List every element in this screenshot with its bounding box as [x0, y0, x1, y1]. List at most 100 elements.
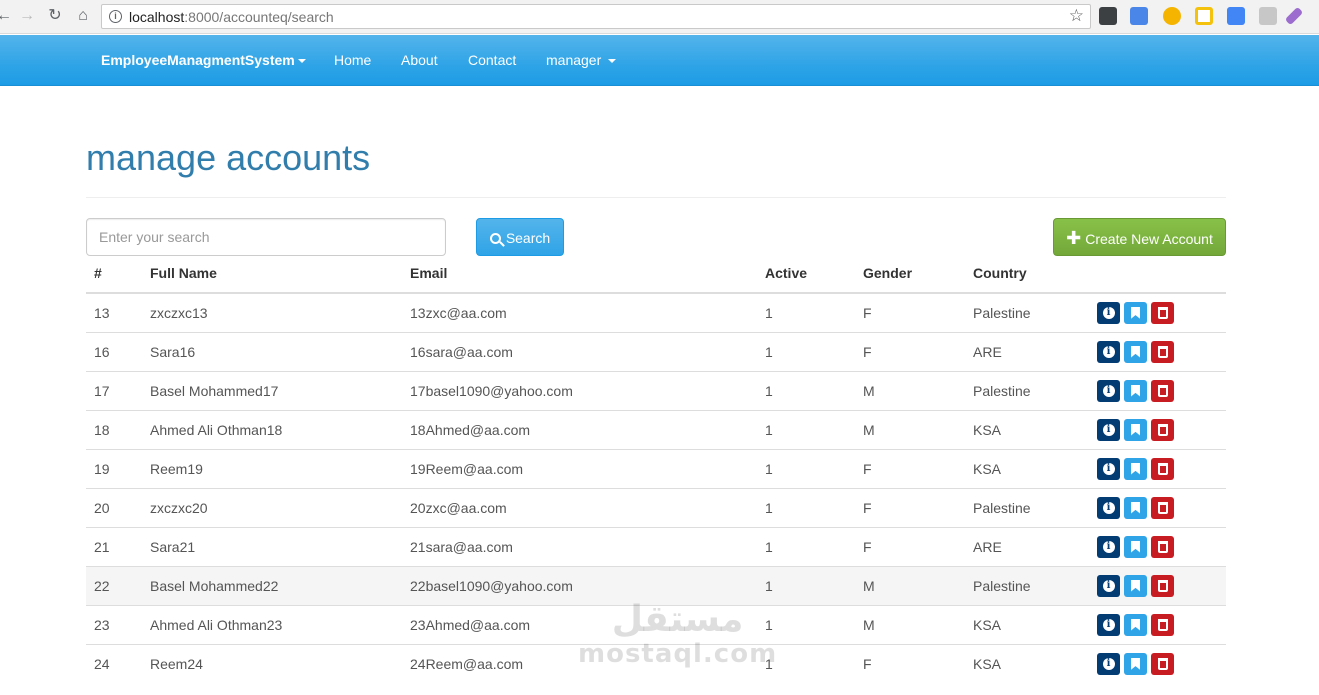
extension-notes-icon[interactable]	[1195, 7, 1213, 25]
cell-gender: F	[855, 526, 965, 566]
back-arrow-icon[interactable]: ←	[0, 6, 14, 26]
extension-docs-icon[interactable]	[1227, 7, 1245, 25]
bookmark-icon	[1131, 384, 1140, 397]
watermark: مستقل mostaql.com	[578, 599, 778, 669]
cell-gender: M	[855, 565, 965, 605]
nav-about[interactable]: About	[401, 52, 438, 68]
cell-full-name: Reem24	[142, 643, 402, 683]
search-input[interactable]	[86, 218, 446, 256]
edit-button[interactable]	[1124, 301, 1147, 324]
cell-id: 23	[86, 604, 142, 644]
browser-toolbar: ← → ↻ ⌂ i localhost:8000/accounteq/searc…	[0, 0, 1319, 34]
extension-pinwheel-icon[interactable]	[1163, 7, 1181, 25]
details-button[interactable]: i	[1097, 301, 1120, 324]
edit-button[interactable]	[1124, 340, 1147, 363]
details-button[interactable]: i	[1097, 457, 1120, 480]
details-button[interactable]: i	[1097, 496, 1120, 519]
cell-active: 1	[757, 409, 855, 449]
home-icon[interactable]: ⌂	[73, 6, 93, 26]
user-menu-dropdown[interactable]: manager	[546, 52, 617, 68]
edit-button[interactable]	[1124, 535, 1147, 558]
extension-lastpass-icon[interactable]	[1099, 7, 1117, 25]
nav-contact[interactable]: Contact	[468, 52, 516, 68]
trash-icon	[1157, 384, 1168, 397]
details-button[interactable]: i	[1097, 418, 1120, 441]
table-row: 20 zxczxc20 20zxc@aa.com 1 F Palestine i	[86, 487, 1226, 527]
cell-country: KSA	[965, 604, 1089, 644]
edit-button[interactable]	[1124, 652, 1147, 675]
row-actions: i	[1089, 331, 1226, 371]
extension-dropbox-icon[interactable]	[1259, 7, 1277, 25]
edit-button[interactable]	[1124, 496, 1147, 519]
watermark-latin: mostaql.com	[578, 639, 778, 669]
watermark-arabic: مستقل	[611, 599, 744, 640]
cell-id: 17	[86, 370, 142, 410]
details-button[interactable]: i	[1097, 535, 1120, 558]
cell-id: 16	[86, 331, 142, 371]
details-button[interactable]: i	[1097, 652, 1120, 675]
cell-id: 21	[86, 526, 142, 566]
extension-feather-icon[interactable]	[1284, 6, 1304, 26]
details-button[interactable]: i	[1097, 379, 1120, 402]
delete-button[interactable]	[1151, 535, 1174, 558]
delete-button[interactable]	[1151, 574, 1174, 597]
delete-button[interactable]	[1151, 496, 1174, 519]
cell-full-name: Ahmed Ali Othman23	[142, 604, 402, 644]
header-full-name: Full Name	[142, 254, 402, 294]
delete-button[interactable]	[1151, 418, 1174, 441]
cell-full-name: zxczxc20	[142, 487, 402, 527]
edit-button[interactable]	[1124, 574, 1147, 597]
bookmark-star-icon[interactable]: ☆	[1069, 6, 1084, 26]
details-button[interactable]: i	[1097, 574, 1120, 597]
table-row: 13 zxczxc13 13zxc@aa.com 1 F Palestine i	[86, 292, 1226, 332]
create-account-button[interactable]: ✚ Create New Account	[1053, 218, 1226, 256]
cell-id: 24	[86, 643, 142, 683]
edit-button[interactable]	[1124, 613, 1147, 636]
cell-gender: F	[855, 643, 965, 683]
info-icon: i	[1102, 501, 1115, 514]
search-button[interactable]: Search	[476, 218, 564, 256]
bookmark-icon	[1131, 579, 1140, 592]
reload-icon[interactable]: ↻	[45, 6, 65, 26]
table-row: 21 Sara21 21sara@aa.com 1 F ARE i	[86, 526, 1226, 566]
address-url: localhost:8000/accounteq/search	[129, 9, 334, 25]
cell-email: 19Reem@aa.com	[402, 448, 757, 488]
table-row: 18 Ahmed Ali Othman18 18Ahmed@aa.com 1 M KSA i	[86, 409, 1226, 449]
row-actions: i	[1089, 448, 1226, 488]
edit-button[interactable]	[1124, 457, 1147, 480]
delete-button[interactable]	[1151, 301, 1174, 324]
plus-icon: ✚	[1066, 228, 1082, 248]
details-button[interactable]: i	[1097, 613, 1120, 636]
delete-button[interactable]	[1151, 340, 1174, 363]
bookmark-icon	[1131, 501, 1140, 514]
cell-country: KSA	[965, 409, 1089, 449]
delete-button[interactable]	[1151, 457, 1174, 480]
page-title: manage accounts	[86, 137, 371, 178]
info-icon: i	[1102, 345, 1115, 358]
cell-email: 16sara@aa.com	[402, 331, 757, 371]
cell-id: 22	[86, 565, 142, 605]
extension-translate-icon[interactable]	[1130, 7, 1148, 25]
forward-arrow-icon[interactable]: →	[17, 6, 37, 26]
nav-home[interactable]: Home	[334, 52, 371, 68]
delete-button[interactable]	[1151, 379, 1174, 402]
row-actions: i	[1089, 487, 1226, 527]
trash-icon	[1157, 618, 1168, 631]
site-info-icon[interactable]: i	[109, 10, 122, 23]
bookmark-icon	[1131, 657, 1140, 670]
brand-dropdown[interactable]: EmployeeManagmentSystem	[101, 52, 306, 68]
bookmark-icon	[1131, 345, 1140, 358]
address-bar[interactable]: i localhost:8000/accounteq/search ☆	[101, 4, 1091, 29]
delete-button[interactable]	[1151, 613, 1174, 636]
edit-button[interactable]	[1124, 418, 1147, 441]
details-button[interactable]: i	[1097, 340, 1120, 363]
header-active: Active	[757, 254, 855, 294]
trash-icon	[1157, 423, 1168, 436]
url-path: :8000/accounteq/search	[184, 9, 334, 25]
delete-button[interactable]	[1151, 652, 1174, 675]
edit-button[interactable]	[1124, 379, 1147, 402]
cell-gender: F	[855, 448, 965, 488]
top-navbar: EmployeeManagmentSystem Home About Conta…	[0, 35, 1319, 86]
table-row: 16 Sara16 16sara@aa.com 1 F ARE i	[86, 331, 1226, 371]
cell-full-name: Basel Mohammed17	[142, 370, 402, 410]
